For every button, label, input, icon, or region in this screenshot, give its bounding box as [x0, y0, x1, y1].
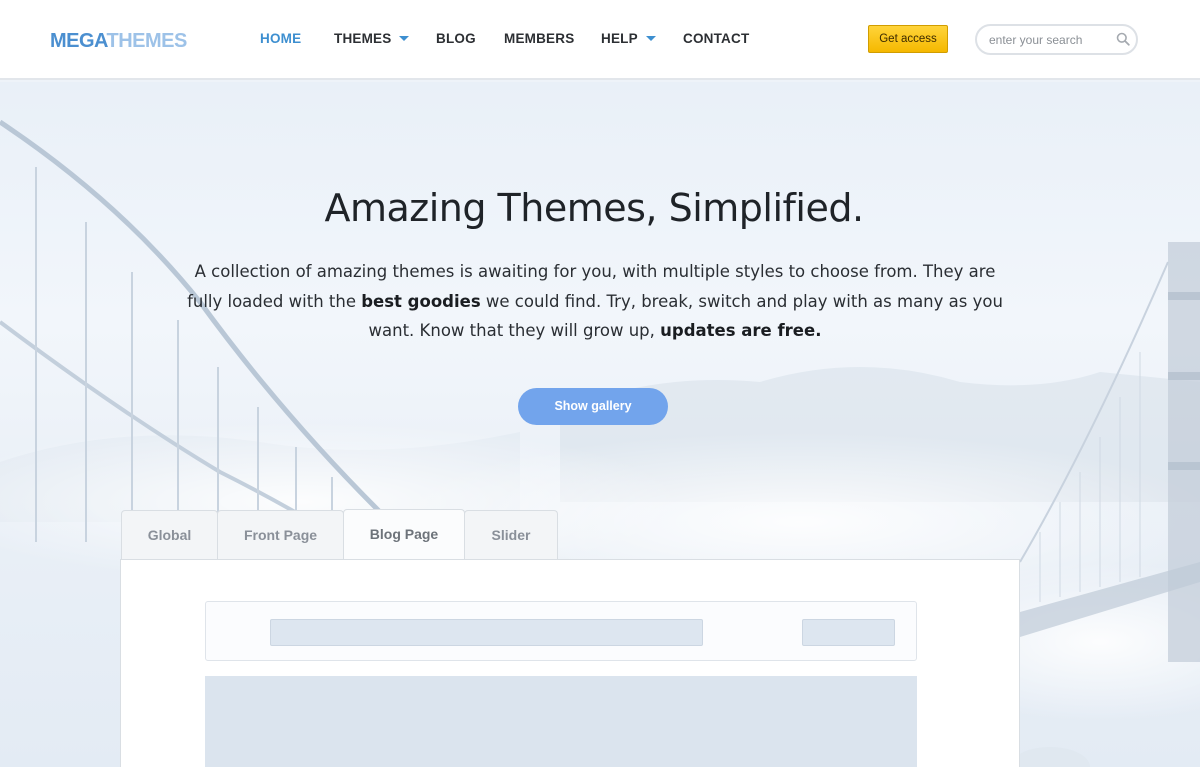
get-access-button[interactable]: Get access [868, 25, 948, 53]
logo[interactable]: MEGATHEMES [50, 30, 187, 53]
search-input[interactable] [989, 31, 1109, 49]
nav-members[interactable]: MEMBERS [504, 31, 574, 46]
logo-themes: THEMES [106, 30, 188, 52]
nav-help[interactable]: HELP [601, 31, 656, 46]
chevron-down-icon [645, 36, 656, 41]
site-header: MEGATHEMES HOME THEMES BLOG MEMBERS HELP… [0, 0, 1200, 80]
nav-blog[interactable]: BLOG [436, 31, 476, 46]
nav-home-label: HOME [260, 31, 302, 46]
hero-text-bold1: best goodies [361, 291, 481, 311]
hero-description: A collection of amazing themes is awaiti… [180, 257, 1010, 346]
theme-preview-panel [120, 559, 1020, 767]
preview-header-mock [205, 601, 917, 661]
tab-global[interactable]: Global [121, 510, 218, 560]
logo-mega: MEGA [50, 30, 107, 52]
tab-blog-page[interactable]: Blog Page [343, 509, 465, 560]
nav-contact[interactable]: CONTACT [683, 31, 749, 46]
nav-help-label: HELP [601, 31, 638, 46]
preview-button-placeholder [802, 619, 895, 646]
nav-themes-label: THEMES [334, 31, 392, 46]
tab-slider[interactable]: Slider [464, 510, 558, 560]
nav-themes[interactable]: THEMES [334, 31, 410, 46]
nav-contact-label: CONTACT [683, 31, 750, 46]
preview-input-placeholder [270, 619, 703, 646]
search-icon[interactable] [1116, 32, 1130, 46]
search-box [975, 24, 1138, 55]
preview-content-placeholder [205, 676, 917, 767]
nav-members-label: MEMBERS [504, 31, 575, 46]
nav-blog-label: BLOG [436, 31, 476, 46]
hero-text-bold2: updates are free. [660, 321, 822, 340]
hero-title: Amazing Themes, Simplified. [324, 186, 864, 230]
hero-section: Amazing Themes, Simplified. A collection… [0, 82, 1200, 767]
show-gallery-button[interactable]: Show gallery [518, 388, 668, 425]
chevron-down-icon [399, 36, 410, 41]
tab-front-page[interactable]: Front Page [217, 510, 344, 560]
nav-home[interactable]: HOME [260, 31, 301, 46]
